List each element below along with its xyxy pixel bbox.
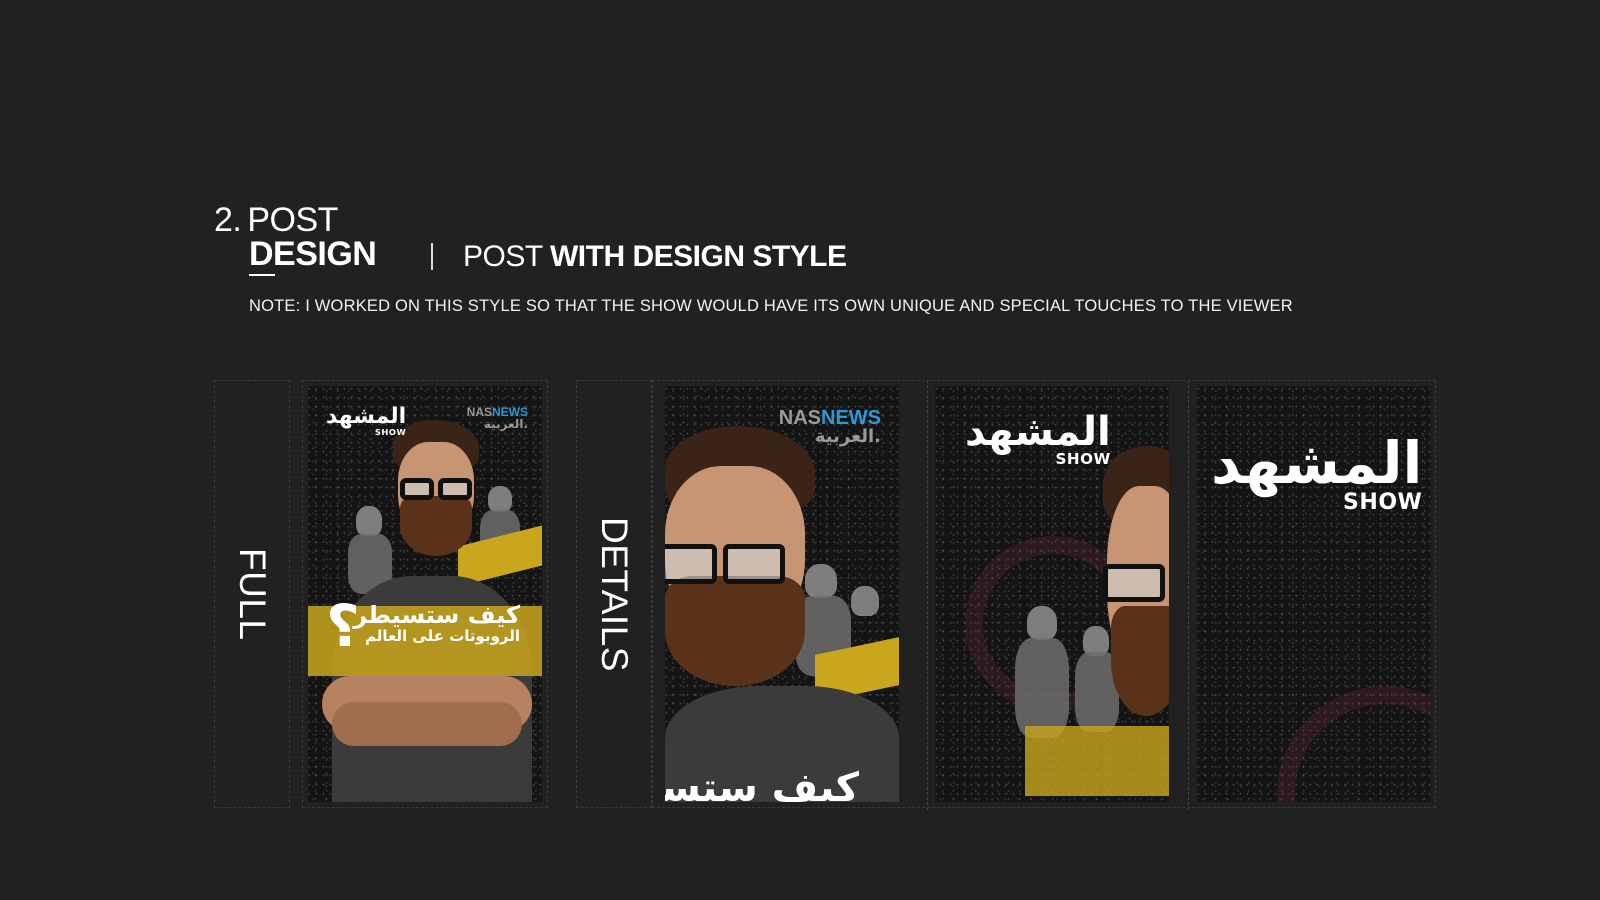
separator — [927, 380, 929, 810]
title-underline — [249, 274, 275, 276]
separator — [1188, 380, 1190, 810]
post-detail-face: NASNEWS العربية. كيف ستسيطر — [665, 386, 899, 802]
label-details-col: DETAILS — [586, 380, 642, 808]
show-logo-sub: SHOW — [374, 427, 407, 437]
robot-figure — [1015, 638, 1069, 738]
label-full: FULL — [232, 547, 273, 641]
show-logo: المشهد SHOW — [326, 404, 407, 437]
robot-figure — [805, 564, 837, 598]
glasses — [1103, 564, 1165, 602]
headline-line2: الروبوتات على العالم — [364, 627, 520, 646]
section-number: 2. — [214, 201, 242, 239]
post-detail-big-logo: المشهد SHOW — [1197, 386, 1431, 802]
section-title-post: POST — [247, 201, 338, 239]
show-logo-text: المشهد — [965, 409, 1111, 455]
robot-figure — [356, 506, 382, 536]
yellow-brush — [1025, 726, 1169, 796]
section-subtitle: POST WITH DESIGN STYLE — [463, 240, 847, 274]
glasses — [400, 478, 434, 500]
robot-figure — [1027, 606, 1057, 640]
nasnews-logo: NASNEWS العربية. — [466, 405, 528, 431]
label-details: DETAILS — [594, 516, 635, 672]
nasnews-arabic: العربية. — [483, 417, 528, 431]
show-logo: المشهد SHOW — [965, 412, 1111, 467]
glasses — [723, 544, 785, 584]
glasses — [438, 478, 472, 500]
headline-fragment: كيف ستسيطر — [665, 766, 859, 802]
person-beard — [400, 496, 472, 556]
post-detail-logo: المشهد SHOW — [935, 386, 1169, 802]
section-title: 2. POST DESIGN — [214, 201, 377, 276]
headline-line1: كيف ستسيطر — [353, 601, 520, 629]
glasses — [665, 544, 717, 584]
show-logo: المشهد SHOW — [1211, 434, 1422, 514]
show-logo-text: المشهد — [1211, 429, 1423, 497]
show-logo-text: المشهد — [326, 404, 407, 429]
headline: كيف ستسيطر الروبوتات على العالم — [340, 602, 520, 645]
title-divider — [431, 243, 433, 270]
label-full-col: FULL — [224, 380, 280, 808]
section-title-design: DESIGN — [249, 235, 377, 273]
subtitle-light: POST — [463, 240, 543, 273]
robot-figure — [851, 586, 879, 616]
post-full-preview: المشهد SHOW NASNEWS العربية. ؟ كيف ستسيط… — [308, 386, 542, 802]
subtitle-bold: WITH DESIGN STYLE — [549, 240, 847, 273]
person-beard — [665, 576, 805, 686]
nasnews-arabic: العربية. — [814, 426, 881, 447]
design-note: NOTE: I WORKED ON THIS STYLE SO THAT THE… — [249, 297, 1293, 315]
crossed-arms — [332, 702, 522, 746]
nasnews-logo: NASNEWS العربية. — [778, 407, 881, 447]
robot-figure — [488, 486, 512, 512]
